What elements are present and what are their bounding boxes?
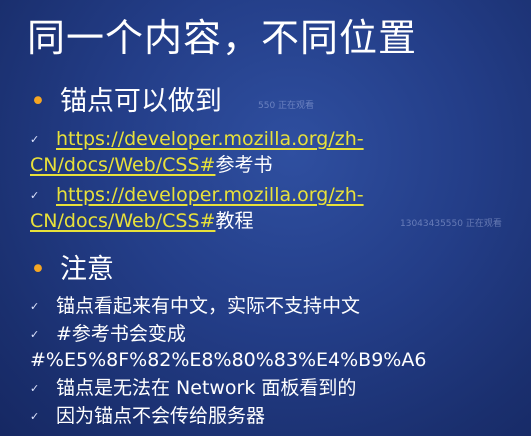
- list-item-link-1-cont: CN/docs/Web/CSS#参考书: [30, 152, 272, 178]
- check-icon: ✓: [30, 132, 40, 146]
- watermark-partial: 550 正在观看: [258, 101, 315, 111]
- link-suffix-1: 参考书: [215, 154, 273, 176]
- note-text-encoded: #%E5%8F%82%E8%80%83%E4%B9%A6: [30, 349, 427, 371]
- slide-title: 同一个内容，不同位置: [27, 16, 418, 60]
- list-item-link-2-cont: CN/docs/Web/CSS#教程: [30, 208, 253, 234]
- check-icon: ✓: [30, 188, 40, 202]
- check-icon: ✓: [30, 327, 40, 341]
- note-text-3: 锚点是无法在 Network 面板看到的: [56, 377, 357, 399]
- link-suffix-2: 教程: [215, 210, 254, 232]
- bullet-dot-icon: •: [30, 254, 46, 285]
- list-item-note-3: ✓ 锚点是无法在 Network 面板看到的: [30, 375, 356, 402]
- list-item-note-2: ✓ #参考书会变成: [30, 321, 186, 348]
- link-url-2-line1[interactable]: https://developer.mozilla.org/zh-: [56, 184, 364, 206]
- check-icon: ✓: [30, 409, 40, 423]
- note-text-4: 因为锚点不会传给服务器: [56, 405, 266, 427]
- bullet-anchor-can-do: • 锚点可以做到: [30, 86, 222, 118]
- section2-heading: 注意: [59, 254, 114, 285]
- list-item-link-2: ✓ https://developer.mozilla.org/zh-: [30, 182, 364, 209]
- note-text-2: #参考书会变成: [56, 323, 186, 345]
- bullet-note: • 注意: [30, 254, 114, 286]
- bullet-dot-icon: •: [30, 86, 46, 117]
- check-icon: ✓: [30, 381, 40, 395]
- link-url-2-line2[interactable]: CN/docs/Web/CSS#: [30, 210, 215, 232]
- link-url-1-line2[interactable]: CN/docs/Web/CSS#: [30, 154, 215, 176]
- link-url-1-line1[interactable]: https://developer.mozilla.org/zh-: [56, 128, 364, 150]
- note-text-1: 锚点看起来有中文，实际不支持中文: [56, 295, 361, 317]
- list-item-link-1: ✓ https://developer.mozilla.org/zh-: [30, 126, 364, 153]
- watermark-viewers: 13043435550 正在观看: [400, 219, 502, 229]
- check-icon: ✓: [30, 299, 40, 313]
- list-item-note-1: ✓ 锚点看起来有中文，实际不支持中文: [30, 293, 360, 320]
- slide: { "title": "同一个内容，不同位置", "section1": { "…: [0, 0, 531, 436]
- list-item-note-4: ✓ 因为锚点不会传给服务器: [30, 403, 265, 430]
- list-item-note-2-cont: #%E5%8F%82%E8%80%83%E4%B9%A6: [30, 347, 426, 373]
- section1-heading: 锚点可以做到: [59, 86, 222, 117]
